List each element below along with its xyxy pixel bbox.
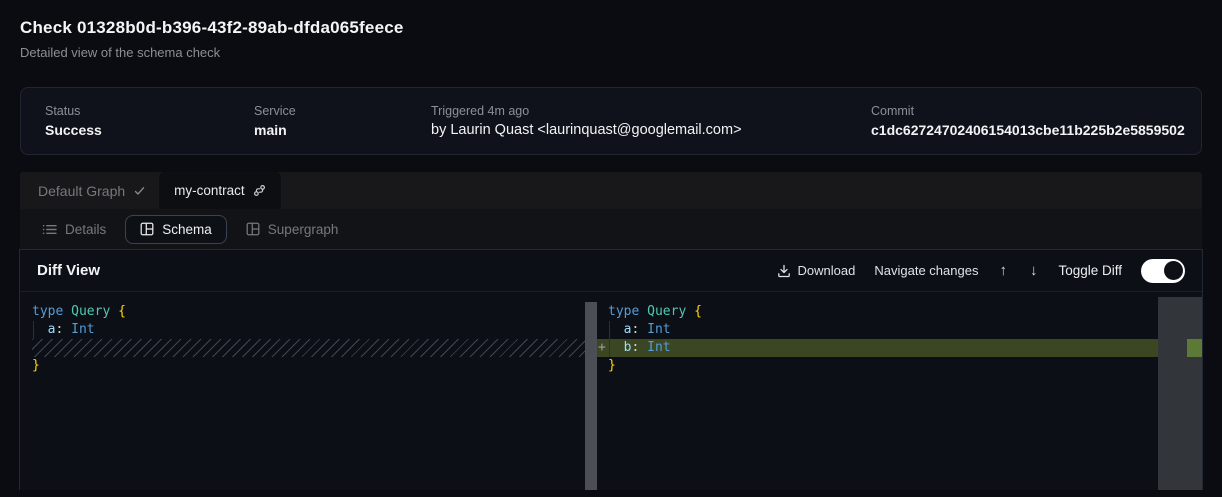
download-label: Download [798, 263, 856, 278]
tab-schema[interactable]: Schema [125, 215, 227, 244]
commit-value: c1dc62724702406154013cbe11b225b2e5859502 [871, 122, 1185, 138]
status-value: Success [45, 122, 254, 138]
code-line: a: Int [20, 321, 597, 339]
page-title: Check 01328b0d-b396-43f2-89ab-dfda065fee… [20, 18, 1202, 38]
check-icon [134, 186, 145, 196]
triggered-value: by Laurin Quast <laurinquast@googlemail.… [431, 122, 871, 138]
schema-diff-editor: type Query { a: Int} type Query { a: Int… [20, 292, 1202, 490]
navigate-changes-label: Navigate changes [874, 263, 978, 278]
page-subtitle: Detailed view of the schema check [20, 45, 1202, 60]
diff-panel: Diff View Download Navigate changes ↑ ↓ … [19, 249, 1203, 490]
service-label: Service [254, 104, 431, 118]
summary-status: Status Success [45, 104, 254, 138]
diff-toolbar: Diff View Download Navigate changes ↑ ↓ … [20, 250, 1202, 292]
arrow-up-icon: ↑ [999, 262, 1007, 279]
list-icon [42, 223, 57, 236]
download-icon [777, 264, 791, 278]
toggle-diff-switch[interactable] [1141, 259, 1185, 283]
tab-details[interactable]: Details [38, 216, 110, 243]
code-line: type Query { [20, 303, 597, 321]
right-pane-scrollbar[interactable] [1158, 297, 1202, 490]
tab-details-label: Details [65, 222, 106, 237]
code-line: type Query { [597, 303, 1202, 321]
navigate-changes-button[interactable]: Navigate changes [874, 263, 978, 278]
summary-triggered: Triggered 4m ago by Laurin Quast <laurin… [431, 104, 871, 138]
diff-controls: Download Navigate changes ↑ ↓ Toggle Dif… [777, 259, 1185, 283]
columns-icon [140, 222, 154, 236]
diff-view-title: Diff View [37, 262, 100, 279]
tab-my-contract[interactable]: my-contract [159, 172, 281, 209]
tab-supergraph-label: Supergraph [268, 222, 339, 237]
added-line-marker [1187, 339, 1202, 357]
commit-label: Commit [871, 104, 1185, 118]
view-tab-bar: Details Schema Supergraph [20, 209, 1202, 249]
triggered-label: Triggered 4m ago [431, 104, 871, 118]
contract-tab-bar: Default Graph my-contract [20, 172, 1202, 209]
switch-knob [1164, 261, 1183, 280]
code-line: a: Int [597, 321, 1202, 339]
added-code-line: + b: Int [597, 339, 1202, 357]
diff-pane-after: type Query { a: Int+ b: Int} [597, 292, 1202, 490]
left-pane-scrollbar[interactable] [585, 302, 597, 490]
graph-selector-label: Default Graph [38, 183, 125, 199]
tab-schema-label: Schema [162, 222, 212, 237]
previous-change-button[interactable]: ↑ [997, 262, 1009, 279]
added-line-plus-sign: + [598, 339, 606, 357]
graph-selector[interactable]: Default Graph [20, 172, 159, 209]
page-header: Check 01328b0d-b396-43f2-89ab-dfda065fee… [0, 0, 1222, 60]
toggle-diff-label: Toggle Diff [1058, 263, 1122, 278]
diff-pane-before: type Query { a: Int} [20, 292, 597, 490]
download-button[interactable]: Download [777, 263, 856, 278]
arrow-down-icon: ↓ [1030, 262, 1038, 279]
contract-tab-label: my-contract [174, 183, 245, 198]
columns-icon [246, 222, 260, 236]
tab-supergraph[interactable]: Supergraph [242, 216, 343, 243]
service-value: main [254, 122, 431, 138]
diff-filler-line [32, 339, 585, 357]
summary-commit: Commit c1dc62724702406154013cbe11b225b2e… [871, 104, 1185, 138]
compare-icon [253, 184, 266, 197]
code-line: } [20, 357, 597, 375]
code-line: } [597, 357, 1202, 375]
next-change-button[interactable]: ↓ [1028, 262, 1040, 279]
summary-service: Service main [254, 104, 431, 138]
status-label: Status [45, 104, 254, 118]
check-summary-card: Status Success Service main Triggered 4m… [20, 87, 1202, 155]
